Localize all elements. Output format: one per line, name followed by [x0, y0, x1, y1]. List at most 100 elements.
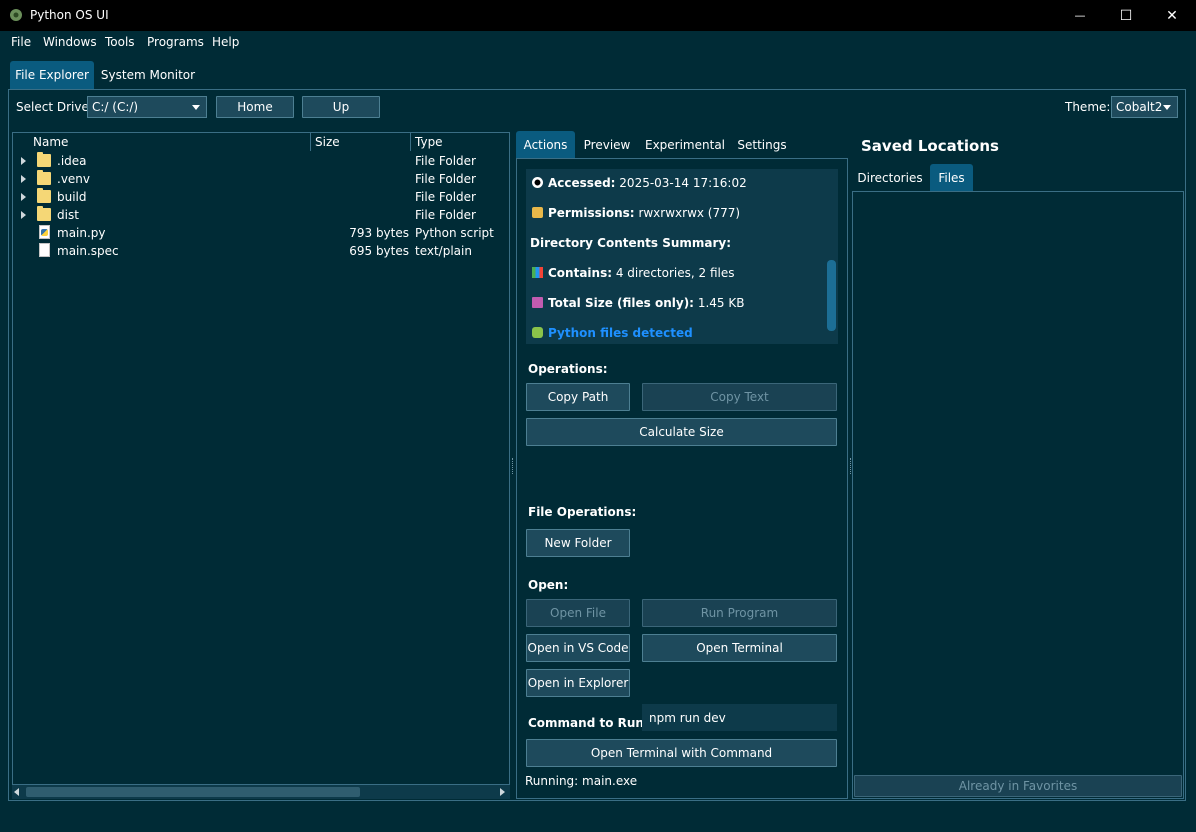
row-name: .venv	[57, 172, 91, 186]
tab-file-explorer[interactable]: File Explorer	[10, 61, 94, 89]
menu-bar: File Windows Tools Programs Help	[0, 31, 1196, 55]
folder-icon	[37, 188, 51, 203]
tree-row[interactable]: .venv File Folder	[13, 170, 509, 188]
copy-path-button[interactable]: Copy Path	[526, 383, 630, 411]
scroll-left-icon[interactable]	[14, 788, 19, 796]
total-size-value: 1.45 KB	[697, 296, 745, 310]
expand-arrow-icon[interactable]	[21, 193, 26, 201]
folder-icon	[37, 152, 51, 167]
tab-system-monitor[interactable]: System Monitor	[96, 61, 200, 89]
tree-row[interactable]: .idea File Folder	[13, 152, 509, 170]
open-terminal-with-command-button[interactable]: Open Terminal with Command	[526, 739, 837, 767]
contains-line: Contains: 4 directories, 2 files	[532, 266, 734, 280]
tree-row[interactable]: dist File Folder	[13, 206, 509, 224]
tab-preview[interactable]: Preview	[577, 131, 637, 159]
drive-select-value: C:/ (C:/)	[92, 100, 139, 114]
tab-settings[interactable]: Settings	[732, 131, 792, 159]
row-type: File Folder	[415, 208, 476, 222]
copy-text-button[interactable]: Copy Text	[642, 383, 837, 411]
row-name: dist	[57, 208, 79, 222]
vertical-scrollbar[interactable]	[826, 169, 838, 344]
permissions-value: rwxrwxrwx (777)	[638, 206, 741, 220]
drive-label: Select Drive:	[16, 100, 93, 114]
menu-file[interactable]: File	[11, 35, 31, 49]
tab-directories[interactable]: Directories	[852, 164, 928, 192]
running-status: Running: main.exe	[525, 774, 638, 788]
command-input[interactable]: npm run dev	[642, 704, 837, 731]
accessed-value: 2025-03-14 17:16:02	[619, 176, 747, 190]
chevron-down-icon	[1163, 105, 1171, 110]
folder-icon	[37, 170, 51, 185]
info-area[interactable]: Accessed: 2025-03-14 17:16:02 Permission…	[526, 169, 838, 344]
floppy-disk-icon	[532, 297, 543, 308]
row-name: main.py	[57, 226, 106, 240]
maximize-button[interactable]: ☐	[1103, 0, 1149, 31]
close-button[interactable]: ✕	[1149, 0, 1195, 31]
up-button[interactable]: Up	[302, 96, 380, 118]
menu-programs[interactable]: Programs	[147, 35, 204, 49]
file-tree[interactable]: Name Size Type .idea File Folder .venv F…	[12, 132, 510, 799]
open-terminal-button[interactable]: Open Terminal	[642, 634, 837, 662]
menu-tools[interactable]: Tools	[105, 35, 135, 49]
row-type: File Folder	[415, 190, 476, 204]
open-heading: Open:	[528, 578, 569, 592]
row-type: File Folder	[415, 154, 476, 168]
tree-row[interactable]: build File Folder	[13, 188, 509, 206]
operations-heading: Operations:	[528, 362, 608, 376]
scrollbar-thumb[interactable]	[827, 260, 836, 331]
scrollbar-thumb[interactable]	[26, 787, 360, 797]
permissions-line: Permissions: rwxrwxrwx (777)	[532, 206, 740, 220]
contains-value: 4 directories, 2 files	[615, 266, 735, 280]
maximize-icon: ☐	[1119, 7, 1133, 24]
python-file-icon	[39, 225, 50, 239]
column-header-type[interactable]: Type	[411, 133, 509, 151]
minimize-icon: —	[1074, 9, 1086, 22]
folder-icon	[37, 206, 51, 221]
column-header-name[interactable]: Name	[13, 133, 311, 151]
saved-files-list[interactable]	[852, 191, 1184, 799]
menu-windows[interactable]: Windows	[43, 35, 97, 49]
already-in-favorites-button[interactable]: Already in Favorites	[854, 775, 1182, 797]
scroll-right-icon[interactable]	[500, 788, 505, 796]
row-size: 695 bytes	[349, 244, 409, 258]
title-bar: Python OS UI — ☐ ✕	[0, 0, 1196, 31]
tab-files[interactable]: Files	[930, 164, 973, 192]
horizontal-scrollbar[interactable]	[12, 784, 510, 799]
expand-arrow-icon[interactable]	[21, 211, 26, 219]
tab-experimental[interactable]: Experimental	[640, 131, 730, 159]
row-name: build	[57, 190, 87, 204]
expand-arrow-icon[interactable]	[21, 175, 26, 183]
python-detected-line: Python files detected	[532, 326, 693, 340]
row-type: File Folder	[415, 172, 476, 186]
row-type: Python script	[415, 226, 494, 240]
drive-select[interactable]: C:/ (C:/)	[87, 96, 207, 118]
expand-arrow-icon[interactable]	[21, 157, 26, 165]
row-name: main.spec	[57, 244, 119, 258]
command-label: Command to Run:	[528, 716, 649, 730]
tree-row[interactable]: main.py 793 bytes Python script	[13, 224, 509, 242]
row-name: .idea	[57, 154, 87, 168]
accessed-line: Accessed: 2025-03-14 17:16:02	[532, 176, 747, 190]
open-file-button[interactable]: Open File	[526, 599, 630, 627]
open-explorer-button[interactable]: Open in Explorer	[526, 669, 630, 697]
tab-actions[interactable]: Actions	[516, 131, 575, 159]
open-vscode-button[interactable]: Open in VS Code	[526, 634, 630, 662]
theme-select[interactable]: Cobalt2	[1111, 96, 1178, 118]
total-size-line: Total Size (files only): 1.45 KB	[532, 296, 744, 310]
tree-row[interactable]: main.spec 695 bytes text/plain	[13, 242, 509, 260]
new-folder-button[interactable]: New Folder	[526, 529, 630, 557]
snake-icon	[532, 327, 543, 338]
run-program-button[interactable]: Run Program	[642, 599, 837, 627]
calculate-size-button[interactable]: Calculate Size	[526, 418, 837, 446]
minimize-button[interactable]: —	[1057, 0, 1103, 31]
theme-label: Theme:	[1065, 100, 1111, 114]
file-icon	[39, 243, 50, 257]
saved-locations-title: Saved Locations	[861, 137, 999, 155]
home-button[interactable]: Home	[216, 96, 294, 118]
menu-help[interactable]: Help	[212, 35, 239, 49]
splitter-handle[interactable]	[512, 458, 515, 474]
column-header-size[interactable]: Size	[311, 133, 411, 151]
row-size: 793 bytes	[349, 226, 409, 240]
app-icon	[9, 8, 23, 22]
summary-heading: Directory Contents Summary:	[530, 236, 732, 250]
